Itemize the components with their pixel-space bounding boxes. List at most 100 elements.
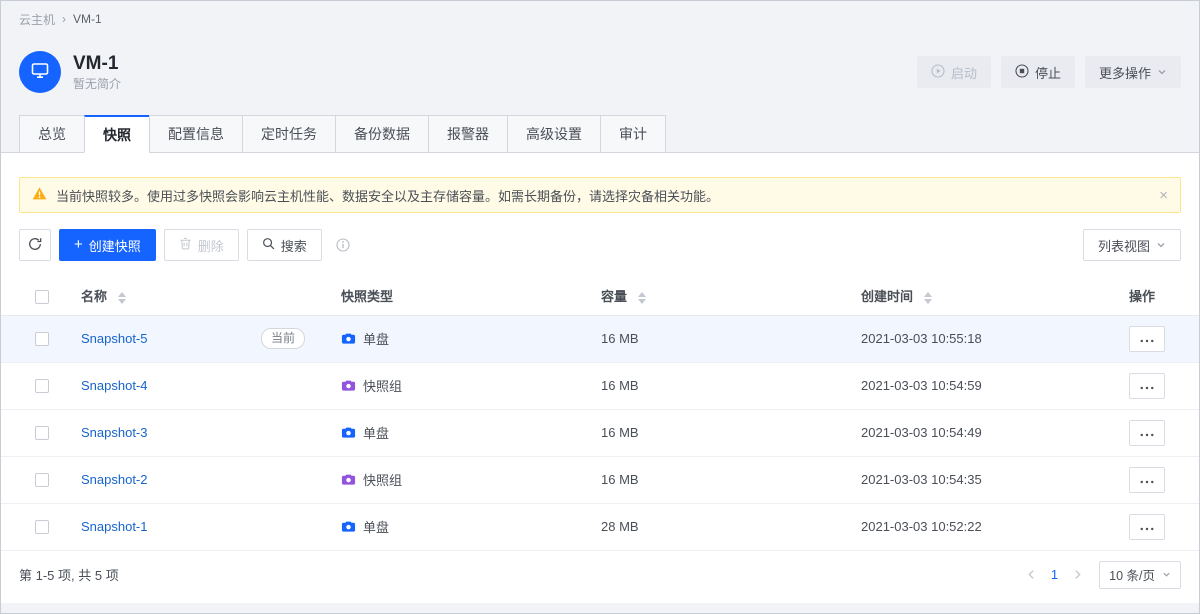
close-icon[interactable]: × — [1159, 188, 1168, 203]
start-button[interactable]: 启动 — [917, 56, 991, 88]
table-row: Snapshot-2 快照组 16 MB 2021-03-03 10:54:35 — [1, 456, 1199, 503]
tab-snapshots[interactable]: 快照 — [84, 115, 150, 153]
snapshot-link[interactable]: Snapshot-5 — [81, 331, 148, 346]
row-checkbox[interactable] — [35, 473, 49, 487]
page-subtitle: 暂无简介 — [73, 78, 121, 90]
sort-name-icon[interactable] — [118, 292, 126, 304]
ellipsis-icon — [1140, 425, 1154, 440]
ellipsis-icon — [1140, 378, 1154, 393]
snapshot-type-label: 单盘 — [363, 423, 389, 442]
snapshot-panel: 当前快照较多。使用过多快照会影响云主机性能、数据安全以及主存储容量。如需长期备份… — [1, 153, 1199, 603]
breadcrumb-parent[interactable]: 云主机 — [19, 11, 55, 28]
page-size-select[interactable]: 10 条/页 — [1099, 561, 1181, 589]
vm-detail-page: 云主机 › VM-1 VM-1 暂无简介 启动 停止 — [0, 0, 1200, 614]
play-icon — [931, 64, 945, 81]
tab-advanced-settings[interactable]: 高级设置 — [507, 115, 601, 153]
search-button[interactable]: 搜索 — [247, 229, 322, 261]
row-checkbox[interactable] — [35, 520, 49, 534]
view-mode-button[interactable]: 列表视图 — [1083, 229, 1181, 261]
column-created: 创建时间 — [861, 289, 913, 304]
refresh-icon — [28, 237, 42, 254]
created-time: 2021-03-03 10:54:49 — [861, 425, 982, 440]
tab-overview[interactable]: 总览 — [19, 115, 85, 153]
table-row: Snapshot-4 快照组 16 MB 2021-03-03 10:54:59 — [1, 362, 1199, 409]
column-name: 名称 — [81, 289, 107, 304]
row-more-button[interactable] — [1129, 326, 1165, 352]
refresh-button[interactable] — [19, 229, 51, 261]
snapshot-link[interactable]: Snapshot-3 — [81, 425, 148, 440]
camera-icon — [341, 331, 356, 346]
row-more-button[interactable] — [1129, 373, 1165, 399]
table-row: Snapshot-3 单盘 16 MB 2021-03-03 10:54:49 — [1, 409, 1199, 456]
pagination: 1 10 条/页 — [1024, 561, 1181, 589]
sort-created-icon[interactable] — [924, 292, 932, 304]
created-time: 2021-03-03 10:54:59 — [861, 378, 982, 393]
stop-button[interactable]: 停止 — [1001, 56, 1075, 88]
capacity-value: 16 MB — [601, 472, 639, 487]
row-checkbox[interactable] — [35, 379, 49, 393]
row-checkbox[interactable] — [35, 426, 49, 440]
trash-icon — [179, 237, 192, 253]
page-number[interactable]: 1 — [1051, 567, 1058, 582]
vm-avatar — [19, 51, 61, 93]
pagination-summary: 第 1-5 项, 共 5 项 — [19, 565, 119, 584]
column-type: 快照类型 — [341, 289, 393, 304]
current-badge: 当前 — [261, 328, 305, 348]
ellipsis-icon — [1140, 519, 1154, 534]
search-icon — [262, 237, 275, 253]
row-more-button[interactable] — [1129, 420, 1165, 446]
snapshot-table: 名称 快照类型 容量 创建时间 操作 — [1, 277, 1199, 551]
prev-page-icon[interactable] — [1024, 569, 1039, 580]
delete-button[interactable]: 删除 — [164, 229, 239, 261]
table-row: Snapshot-1 单盘 28 MB 2021-03-03 10:52:22 — [1, 503, 1199, 550]
row-checkbox[interactable] — [35, 332, 49, 346]
column-actions: 操作 — [1129, 289, 1155, 304]
page-header: VM-1 暂无简介 启动 停止 更多操作 — [1, 37, 1199, 107]
snapshot-group-icon — [341, 472, 356, 487]
warning-icon — [32, 186, 47, 204]
snapshot-link[interactable]: Snapshot-2 — [81, 472, 148, 487]
table-row: Snapshot-5 当前 单盘 16 MB 2021-03-03 — [1, 315, 1199, 362]
select-all-checkbox[interactable] — [35, 290, 49, 304]
row-more-button[interactable] — [1129, 514, 1165, 540]
breadcrumb-current: VM-1 — [73, 12, 102, 26]
chevron-down-icon — [1156, 240, 1166, 250]
chevron-down-icon — [1162, 570, 1171, 579]
title-block: VM-1 暂无简介 — [73, 54, 121, 90]
camera-icon — [341, 519, 356, 534]
breadcrumb-separator: › — [62, 12, 66, 26]
next-page-icon[interactable] — [1070, 569, 1085, 580]
row-more-button[interactable] — [1129, 467, 1165, 493]
tab-audit[interactable]: 审计 — [600, 115, 666, 153]
capacity-value: 16 MB — [601, 331, 639, 346]
tab-alarms[interactable]: 报警器 — [428, 115, 508, 153]
created-time: 2021-03-03 10:52:22 — [861, 519, 982, 534]
info-icon[interactable] — [336, 238, 350, 252]
chevron-down-icon — [1157, 67, 1167, 77]
create-snapshot-button[interactable]: + 创建快照 — [59, 229, 156, 261]
snapshot-type-label: 单盘 — [363, 517, 389, 536]
table-footer: 第 1-5 项, 共 5 项 1 10 条/页 — [1, 551, 1199, 599]
snapshot-type-label: 单盘 — [363, 329, 389, 348]
created-time: 2021-03-03 10:55:18 — [861, 331, 982, 346]
capacity-value: 16 MB — [601, 425, 639, 440]
snapshot-link[interactable]: Snapshot-1 — [81, 519, 148, 534]
snapshot-link[interactable]: Snapshot-4 — [81, 378, 148, 393]
breadcrumb: 云主机 › VM-1 — [1, 1, 1199, 37]
stop-icon — [1015, 64, 1029, 81]
page-title: VM-1 — [73, 54, 121, 73]
tabbar: 总览 快照 配置信息 定时任务 备份数据 报警器 高级设置 审计 — [1, 107, 1199, 153]
ellipsis-icon — [1140, 331, 1154, 346]
capacity-value: 28 MB — [601, 519, 639, 534]
sort-capacity-icon[interactable] — [638, 292, 646, 304]
tab-backup-data[interactable]: 备份数据 — [335, 115, 429, 153]
tab-config[interactable]: 配置信息 — [149, 115, 243, 153]
monitor-icon — [30, 60, 50, 85]
column-capacity: 容量 — [601, 289, 627, 304]
tab-scheduled-tasks[interactable]: 定时任务 — [242, 115, 336, 153]
snapshot-type-label: 快照组 — [363, 376, 402, 395]
created-time: 2021-03-03 10:54:35 — [861, 472, 982, 487]
more-actions-button[interactable]: 更多操作 — [1085, 56, 1181, 88]
warning-alert: 当前快照较多。使用过多快照会影响云主机性能、数据安全以及主存储容量。如需长期备份… — [19, 177, 1181, 213]
capacity-value: 16 MB — [601, 378, 639, 393]
